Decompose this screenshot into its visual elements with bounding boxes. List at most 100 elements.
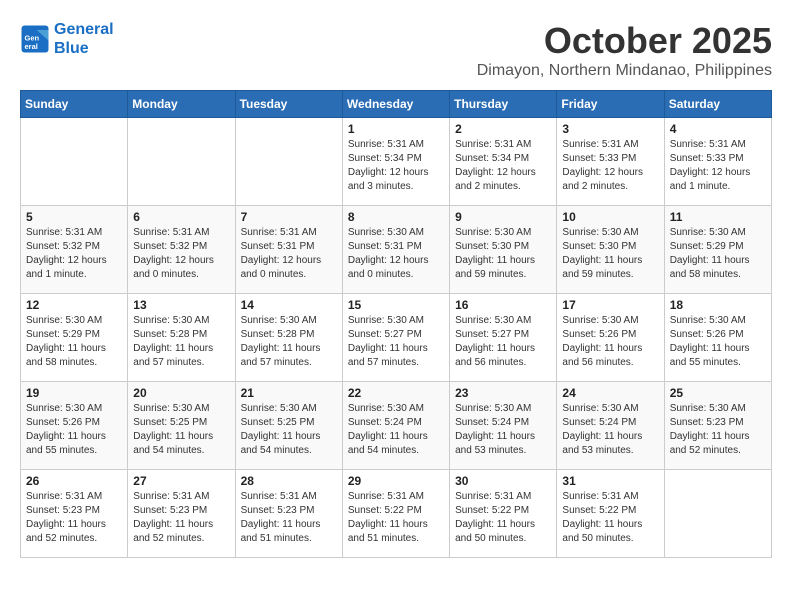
calendar-cell: 4 Sunrise: 5:31 AM Sunset: 5:33 PM Daylig… bbox=[664, 118, 771, 206]
calendar-cell: 31Sunrise: 5:31 AM Sunset: 5:22 PM Dayli… bbox=[557, 470, 664, 558]
calendar-cell: 7 Sunrise: 5:31 AM Sunset: 5:31 PM Daylig… bbox=[235, 206, 342, 294]
calendar-cell: 6Sunrise: 5:31 AM Sunset: 5:32 PM Daylig… bbox=[128, 206, 235, 294]
header: Gen eral General Blue October 2025 Dimay… bbox=[20, 20, 772, 80]
calendar-cell: 12 Sunrise: 5:30 AM Sunset: 5:29 PM Dayli… bbox=[21, 294, 128, 382]
logo-icon: Gen eral bbox=[20, 24, 50, 54]
day-number: 22 bbox=[348, 386, 444, 400]
weekday-header-saturday: Saturday bbox=[664, 91, 771, 118]
day-info: Sunrise: 5:30 AM Sunset: 5:24 PM Dayligh… bbox=[348, 402, 444, 458]
page-title: October 2025 bbox=[477, 20, 772, 62]
day-info: Sunrise: 5:31 AM Sunset: 5:31 PM Dayligh… bbox=[241, 226, 337, 282]
svg-text:eral: eral bbox=[25, 42, 38, 51]
calendar-cell: 11 Sunrise: 5:30 AM Sunset: 5:29 PM Dayli… bbox=[664, 206, 771, 294]
day-info: Sunrise: 5:31 AM Sunset: 5:22 PM Dayligh… bbox=[455, 490, 551, 546]
day-info: Sunrise: 5:30 AM Sunset: 5:25 PM Dayligh… bbox=[133, 402, 229, 458]
day-number: 26 bbox=[26, 474, 122, 488]
calendar-cell: 3Sunrise: 5:31 AM Sunset: 5:33 PM Daylig… bbox=[557, 118, 664, 206]
day-info: Sunrise: 5:31 AM Sunset: 5:33 PM Dayligh… bbox=[670, 138, 766, 194]
calendar-cell bbox=[664, 470, 771, 558]
day-number: 11 bbox=[670, 210, 766, 224]
calendar-cell: 2Sunrise: 5:31 AM Sunset: 5:34 PM Daylig… bbox=[450, 118, 557, 206]
day-number: 15 bbox=[348, 298, 444, 312]
day-info: Sunrise: 5:30 AM Sunset: 5:24 PM Dayligh… bbox=[562, 402, 658, 458]
day-info: Sunrise: 5:30 AM Sunset: 5:27 PM Dayligh… bbox=[455, 314, 551, 370]
day-info: Sunrise: 5:30 AM Sunset: 5:23 PM Dayligh… bbox=[670, 402, 766, 458]
calendar-cell: 20 Sunrise: 5:30 AM Sunset: 5:25 PM Dayli… bbox=[128, 382, 235, 470]
day-info: Sunrise: 5:30 AM Sunset: 5:28 PM Dayligh… bbox=[133, 314, 229, 370]
calendar-cell: 28 Sunrise: 5:31 AM Sunset: 5:23 PM Dayli… bbox=[235, 470, 342, 558]
day-number: 16 bbox=[455, 298, 551, 312]
logo-line2: Blue bbox=[54, 39, 114, 58]
calendar-week-1: 1Sunrise: 5:31 AM Sunset: 5:34 PM Daylig… bbox=[21, 118, 772, 206]
day-info: Sunrise: 5:30 AM Sunset: 5:24 PM Dayligh… bbox=[455, 402, 551, 458]
day-info: Sunrise: 5:31 AM Sunset: 5:23 PM Dayligh… bbox=[133, 490, 229, 546]
calendar-cell: 26 Sunrise: 5:31 AM Sunset: 5:23 PM Dayli… bbox=[21, 470, 128, 558]
day-number: 19 bbox=[26, 386, 122, 400]
calendar-cell: 13 Sunrise: 5:30 AM Sunset: 5:28 PM Dayli… bbox=[128, 294, 235, 382]
day-number: 8 bbox=[348, 210, 444, 224]
weekday-header-sunday: Sunday bbox=[21, 91, 128, 118]
calendar-cell bbox=[21, 118, 128, 206]
day-number: 28 bbox=[241, 474, 337, 488]
day-number: 17 bbox=[562, 298, 658, 312]
day-number: 30 bbox=[455, 474, 551, 488]
calendar-week-3: 12 Sunrise: 5:30 AM Sunset: 5:29 PM Dayli… bbox=[21, 294, 772, 382]
day-number: 29 bbox=[348, 474, 444, 488]
day-number: 1 bbox=[348, 122, 444, 136]
weekday-header-friday: Friday bbox=[557, 91, 664, 118]
calendar-cell: 25 Sunrise: 5:30 AM Sunset: 5:23 PM Dayli… bbox=[664, 382, 771, 470]
day-number: 18 bbox=[670, 298, 766, 312]
day-info: Sunrise: 5:31 AM Sunset: 5:23 PM Dayligh… bbox=[241, 490, 337, 546]
calendar-cell: 17 Sunrise: 5:30 AM Sunset: 5:26 PM Dayli… bbox=[557, 294, 664, 382]
day-info: Sunrise: 5:31 AM Sunset: 5:22 PM Dayligh… bbox=[562, 490, 658, 546]
calendar-cell: 9Sunrise: 5:30 AM Sunset: 5:30 PM Daylig… bbox=[450, 206, 557, 294]
day-info: Sunrise: 5:31 AM Sunset: 5:33 PM Dayligh… bbox=[562, 138, 658, 194]
calendar-cell: 10Sunrise: 5:30 AM Sunset: 5:30 PM Dayli… bbox=[557, 206, 664, 294]
calendar-week-4: 19 Sunrise: 5:30 AM Sunset: 5:26 PM Dayli… bbox=[21, 382, 772, 470]
calendar-cell: 8 Sunrise: 5:30 AM Sunset: 5:31 PM Daylig… bbox=[342, 206, 449, 294]
logo-text: General Blue bbox=[54, 20, 114, 58]
calendar-cell: 19 Sunrise: 5:30 AM Sunset: 5:26 PM Dayli… bbox=[21, 382, 128, 470]
day-number: 27 bbox=[133, 474, 229, 488]
day-number: 13 bbox=[133, 298, 229, 312]
day-info: Sunrise: 5:31 AM Sunset: 5:22 PM Dayligh… bbox=[348, 490, 444, 546]
calendar: SundayMondayTuesdayWednesdayThursdayFrid… bbox=[20, 90, 772, 558]
calendar-cell: 14Sunrise: 5:30 AM Sunset: 5:28 PM Dayli… bbox=[235, 294, 342, 382]
calendar-week-5: 26 Sunrise: 5:31 AM Sunset: 5:23 PM Dayli… bbox=[21, 470, 772, 558]
day-info: Sunrise: 5:30 AM Sunset: 5:27 PM Dayligh… bbox=[348, 314, 444, 370]
day-number: 21 bbox=[241, 386, 337, 400]
day-info: Sunrise: 5:30 AM Sunset: 5:31 PM Dayligh… bbox=[348, 226, 444, 282]
calendar-cell: 23 Sunrise: 5:30 AM Sunset: 5:24 PM Dayli… bbox=[450, 382, 557, 470]
day-info: Sunrise: 5:30 AM Sunset: 5:29 PM Dayligh… bbox=[670, 226, 766, 282]
day-info: Sunrise: 5:30 AM Sunset: 5:25 PM Dayligh… bbox=[241, 402, 337, 458]
day-number: 7 bbox=[241, 210, 337, 224]
calendar-cell bbox=[128, 118, 235, 206]
weekday-header-wednesday: Wednesday bbox=[342, 91, 449, 118]
day-number: 24 bbox=[562, 386, 658, 400]
day-number: 4 bbox=[670, 122, 766, 136]
calendar-week-2: 5Sunrise: 5:31 AM Sunset: 5:32 PM Daylig… bbox=[21, 206, 772, 294]
day-info: Sunrise: 5:31 AM Sunset: 5:23 PM Dayligh… bbox=[26, 490, 122, 546]
calendar-cell: 24 Sunrise: 5:30 AM Sunset: 5:24 PM Dayli… bbox=[557, 382, 664, 470]
calendar-cell: 30 Sunrise: 5:31 AM Sunset: 5:22 PM Dayli… bbox=[450, 470, 557, 558]
calendar-cell: 15 Sunrise: 5:30 AM Sunset: 5:27 PM Dayli… bbox=[342, 294, 449, 382]
day-number: 20 bbox=[133, 386, 229, 400]
day-number: 9 bbox=[455, 210, 551, 224]
calendar-cell: 29 Sunrise: 5:31 AM Sunset: 5:22 PM Dayli… bbox=[342, 470, 449, 558]
calendar-cell: 18 Sunrise: 5:30 AM Sunset: 5:26 PM Dayli… bbox=[664, 294, 771, 382]
calendar-cell: 21 Sunrise: 5:30 AM Sunset: 5:25 PM Dayli… bbox=[235, 382, 342, 470]
day-info: Sunrise: 5:30 AM Sunset: 5:26 PM Dayligh… bbox=[562, 314, 658, 370]
day-info: Sunrise: 5:30 AM Sunset: 5:30 PM Dayligh… bbox=[562, 226, 658, 282]
calendar-cell: 27 Sunrise: 5:31 AM Sunset: 5:23 PM Dayli… bbox=[128, 470, 235, 558]
day-number: 5 bbox=[26, 210, 122, 224]
day-number: 2 bbox=[455, 122, 551, 136]
day-number: 12 bbox=[26, 298, 122, 312]
day-number: 23 bbox=[455, 386, 551, 400]
day-info: Sunrise: 5:30 AM Sunset: 5:29 PM Dayligh… bbox=[26, 314, 122, 370]
calendar-cell: 1Sunrise: 5:31 AM Sunset: 5:34 PM Daylig… bbox=[342, 118, 449, 206]
day-info: Sunrise: 5:30 AM Sunset: 5:26 PM Dayligh… bbox=[670, 314, 766, 370]
calendar-cell bbox=[235, 118, 342, 206]
weekday-header-row: SundayMondayTuesdayWednesdayThursdayFrid… bbox=[21, 91, 772, 118]
day-info: Sunrise: 5:30 AM Sunset: 5:26 PM Dayligh… bbox=[26, 402, 122, 458]
day-number: 25 bbox=[670, 386, 766, 400]
